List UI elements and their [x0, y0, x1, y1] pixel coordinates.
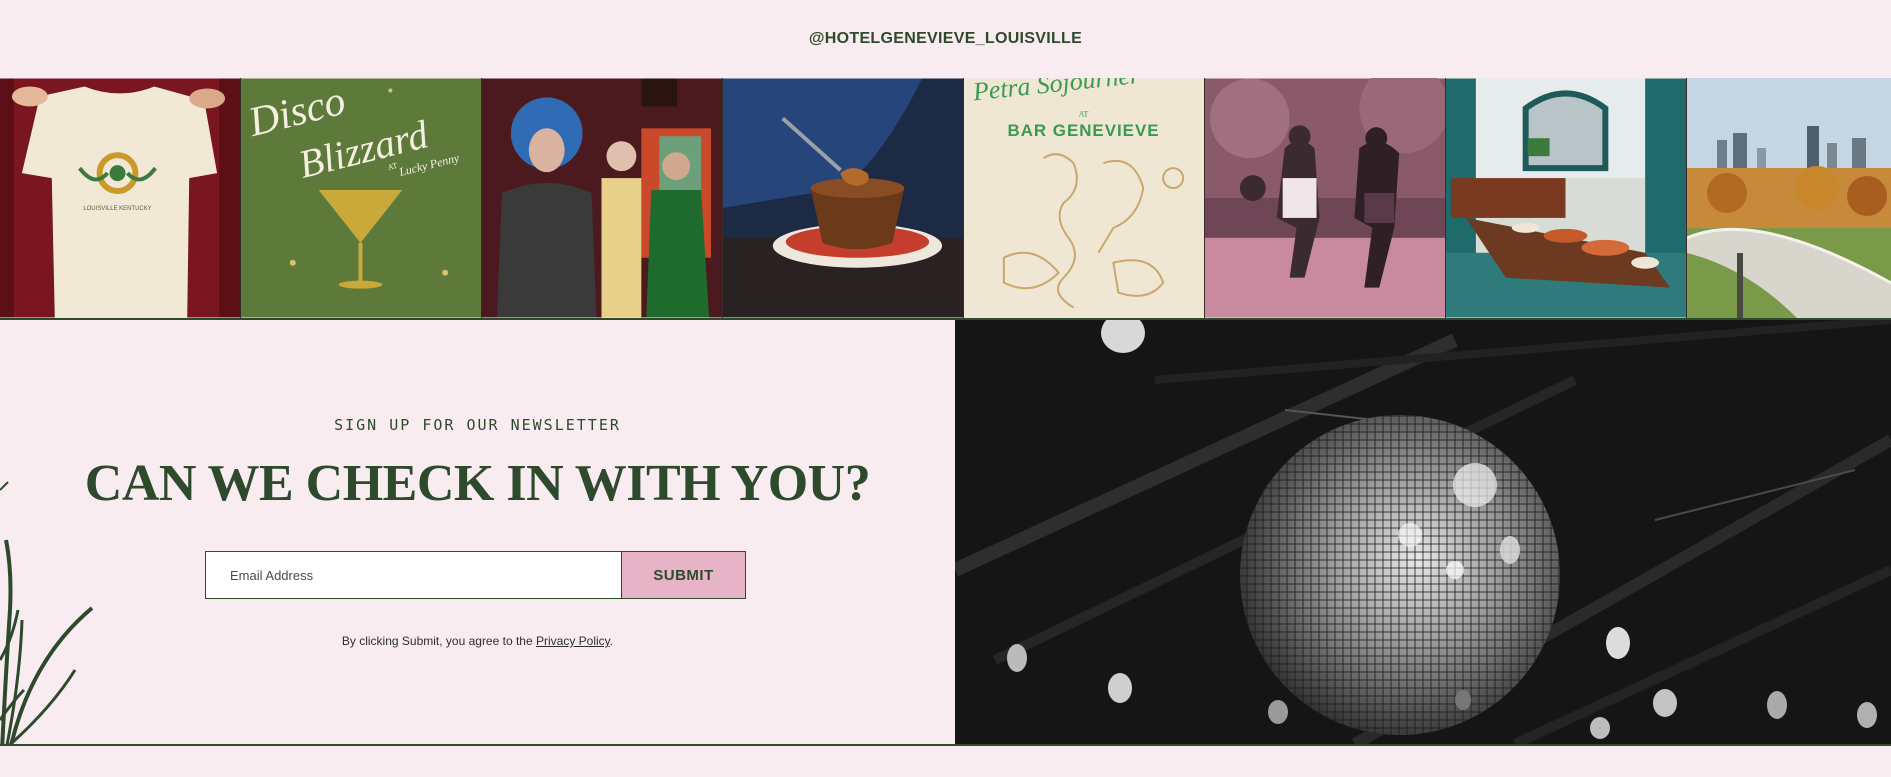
- poster-at: AT: [1079, 109, 1089, 118]
- instagram-post-bar-genevieve[interactable]: Petra Sojourner AT BAR GENEVIEVE: [964, 78, 1205, 318]
- instagram-post-dessert[interactable]: [723, 78, 964, 318]
- instagram-post-basketball[interactable]: [1205, 78, 1446, 318]
- privacy-policy-link[interactable]: Privacy Policy: [536, 634, 610, 648]
- skyline-image: [1687, 78, 1891, 318]
- instagram-post-disco-blizzard[interactable]: Disco Blizzard AT Lucky Penny: [241, 78, 482, 318]
- newsletter-headline: CAN WE CHECK IN WITH YOU?: [84, 455, 871, 512]
- tshirt-text: LOUISVILLE KENTUCKY: [83, 206, 151, 212]
- disco-ball-photo: [955, 320, 1891, 744]
- consent-prefix: By clicking Submit, you agree to the: [341, 634, 533, 648]
- instagram-post-buffet[interactable]: [1446, 78, 1687, 318]
- newsletter-form: SUBMIT: [205, 551, 746, 599]
- basketball-image: [1205, 78, 1445, 318]
- consent-text: By clicking Submit, you agree to the Pri…: [0, 634, 955, 648]
- disco-ball-image: [955, 320, 1891, 744]
- newsletter-eyebrow: SIGN UP FOR OUR NEWSLETTER: [334, 416, 621, 434]
- consent-suffix: .: [609, 634, 614, 648]
- email-address-input[interactable]: [206, 552, 621, 598]
- poster-venue: BAR GENEVIEVE: [1008, 121, 1160, 140]
- submit-button[interactable]: SUBMIT: [621, 552, 745, 598]
- instagram-handle-link[interactable]: @HOTELGENEVIEVE_LOUISVILLE: [809, 30, 1082, 48]
- footer-band: [0, 746, 1891, 777]
- newsletter-section: SIGN UP FOR OUR NEWSLETTER CAN WE CHECK …: [0, 320, 955, 744]
- instagram-post-tshirt[interactable]: LOUISVILLE KENTUCKY: [0, 78, 241, 318]
- instagram-feed: LOUISVILLE KENTUCKY Disco Blizzard AT Lu…: [0, 78, 1891, 318]
- bar-genevieve-image: Petra Sojourner AT BAR GENEVIEVE: [964, 78, 1204, 318]
- instagram-post-skyline[interactable]: [1687, 78, 1891, 318]
- instagram-header: @HOTELGENEVIEVE_LOUISVILLE: [0, 0, 1891, 78]
- tshirt-image: LOUISVILLE KENTUCKY: [0, 78, 240, 318]
- disco-blizzard-image: Disco Blizzard AT Lucky Penny: [241, 78, 481, 318]
- instagram-post-performers[interactable]: [482, 78, 723, 318]
- dessert-image: [723, 78, 963, 318]
- performers-image: [482, 78, 722, 318]
- buffet-image: [1446, 78, 1686, 318]
